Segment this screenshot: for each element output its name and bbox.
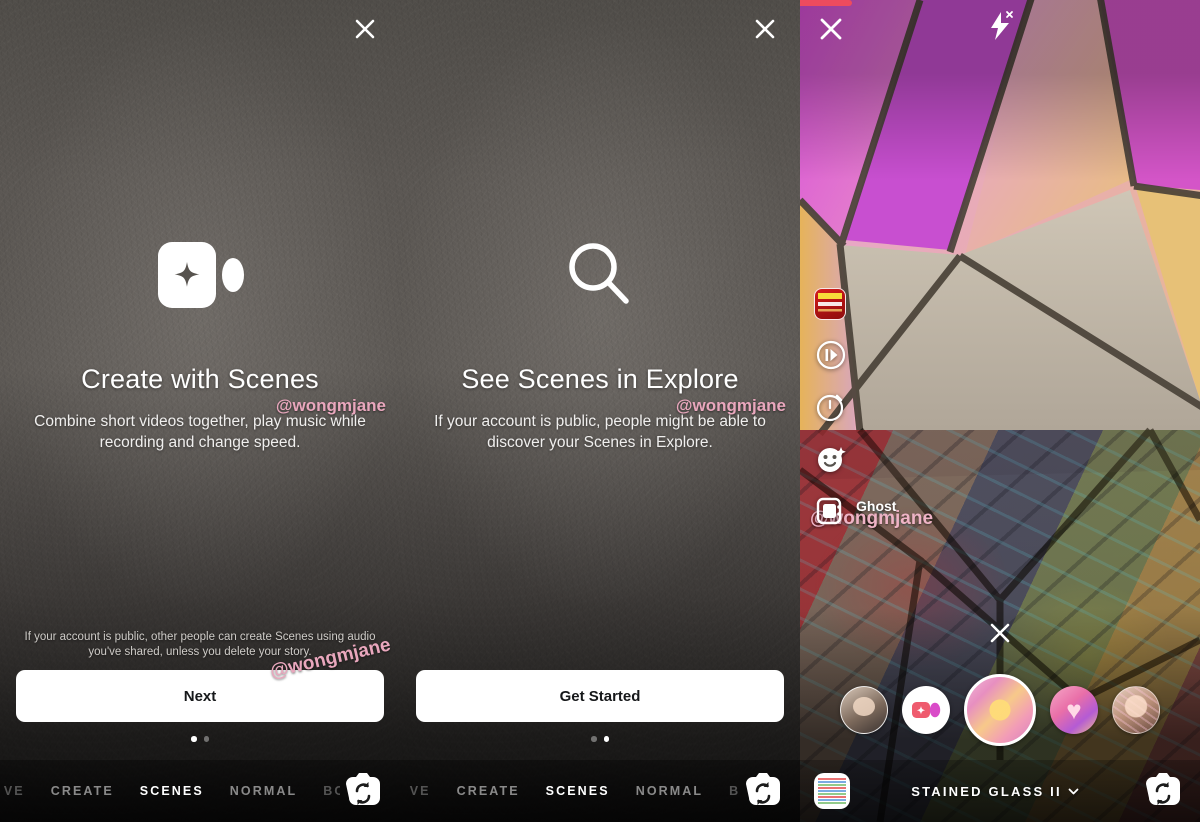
- timer-icon[interactable]: [814, 390, 848, 424]
- onboarding-panel-see-scenes-in-explore: See Scenes in Explore If your account is…: [400, 0, 800, 822]
- disclaimer-text: If your account is public, other people …: [24, 631, 376, 658]
- mode-boomerang[interactable]: B: [729, 784, 740, 798]
- mode-normal[interactable]: NORMAL: [636, 784, 703, 798]
- page-title: Create with Scenes: [81, 364, 319, 394]
- hero-block: Create with Scenes Combine short videos …: [0, 228, 400, 453]
- flip-camera-icon[interactable]: [740, 770, 786, 812]
- page-indicator: [400, 736, 800, 742]
- video-sparkle-icon: [154, 228, 246, 322]
- camera-mode-bar: VE CREATE SCENES NORMAL BO: [0, 760, 400, 822]
- camera-mode-bar: VE CREATE SCENES NORMAL B: [400, 760, 800, 822]
- mode-scenes[interactable]: SCENES: [546, 784, 610, 798]
- mode-normal[interactable]: NORMAL: [230, 784, 297, 798]
- ghost-label: Ghost: [856, 498, 897, 514]
- screenshot-root: Create with Scenes Combine short videos …: [0, 0, 1200, 822]
- camera-bottom-bar: STAINED GLASS II: [800, 760, 1200, 822]
- mode-carousel[interactable]: VE CREATE SCENES NORMAL BO: [0, 784, 340, 798]
- hearts-filter[interactable]: [1050, 686, 1098, 734]
- page-dot[interactable]: [203, 736, 209, 742]
- person-thumbnail[interactable]: [840, 686, 888, 734]
- active-filter-name[interactable]: STAINED GLASS II: [911, 784, 1079, 799]
- page-dot[interactable]: [603, 736, 609, 742]
- search-icon: [560, 228, 640, 322]
- get-started-button[interactable]: Get Started: [416, 670, 784, 722]
- flip-camera-icon[interactable]: [1140, 770, 1186, 812]
- mode-live[interactable]: VE: [410, 784, 431, 798]
- close-button[interactable]: [748, 12, 782, 46]
- face-effects-icon[interactable]: [814, 442, 848, 476]
- mode-create[interactable]: CREATE: [51, 784, 114, 798]
- page-title: See Scenes in Explore: [461, 364, 739, 394]
- mode-create[interactable]: CREATE: [457, 784, 520, 798]
- close-button[interactable]: [816, 14, 846, 44]
- flip-camera-icon[interactable]: [340, 770, 386, 812]
- mode-carousel[interactable]: VE CREATE SCENES NORMAL B: [400, 784, 740, 798]
- create-scene-button[interactable]: [902, 686, 950, 734]
- camera-panel: Ghost @wongmjane STAINED GLASS II: [800, 0, 1200, 822]
- mode-boomerang[interactable]: BO: [323, 784, 340, 798]
- stained-glass-filter[interactable]: [964, 674, 1036, 746]
- hero-block: See Scenes in Explore If your account is…: [400, 228, 800, 453]
- clear-filter-button[interactable]: [985, 618, 1015, 648]
- close-button[interactable]: [348, 12, 382, 46]
- mode-live[interactable]: VE: [4, 784, 25, 798]
- ghost-icon[interactable]: Ghost: [814, 494, 896, 528]
- filter-name-label: STAINED GLASS II: [911, 783, 1062, 799]
- onboarding-panel-create-with-scenes: Create with Scenes Combine short videos …: [0, 0, 400, 822]
- speed-icon[interactable]: [814, 338, 848, 372]
- hero-subtitle: If your account is public, people might …: [434, 413, 766, 451]
- chevron-down-icon[interactable]: [1068, 786, 1079, 797]
- gallery-icon[interactable]: [814, 773, 850, 809]
- page-dot[interactable]: [191, 736, 197, 742]
- page-indicator: [0, 736, 400, 742]
- flash-off-icon[interactable]: [985, 10, 1015, 42]
- hero-subtitle: Combine short videos together, play musi…: [34, 413, 366, 451]
- page-dot[interactable]: [591, 736, 597, 742]
- camera-tools-sidebar: Ghost: [814, 288, 896, 528]
- next-button[interactable]: Next: [16, 670, 384, 722]
- face-filter[interactable]: [1112, 686, 1160, 734]
- mode-scenes[interactable]: SCENES: [140, 784, 204, 798]
- camera-top-bar: [800, 0, 1200, 60]
- music-album-thumbnail[interactable]: [814, 288, 846, 320]
- filter-carousel[interactable]: [800, 672, 1200, 748]
